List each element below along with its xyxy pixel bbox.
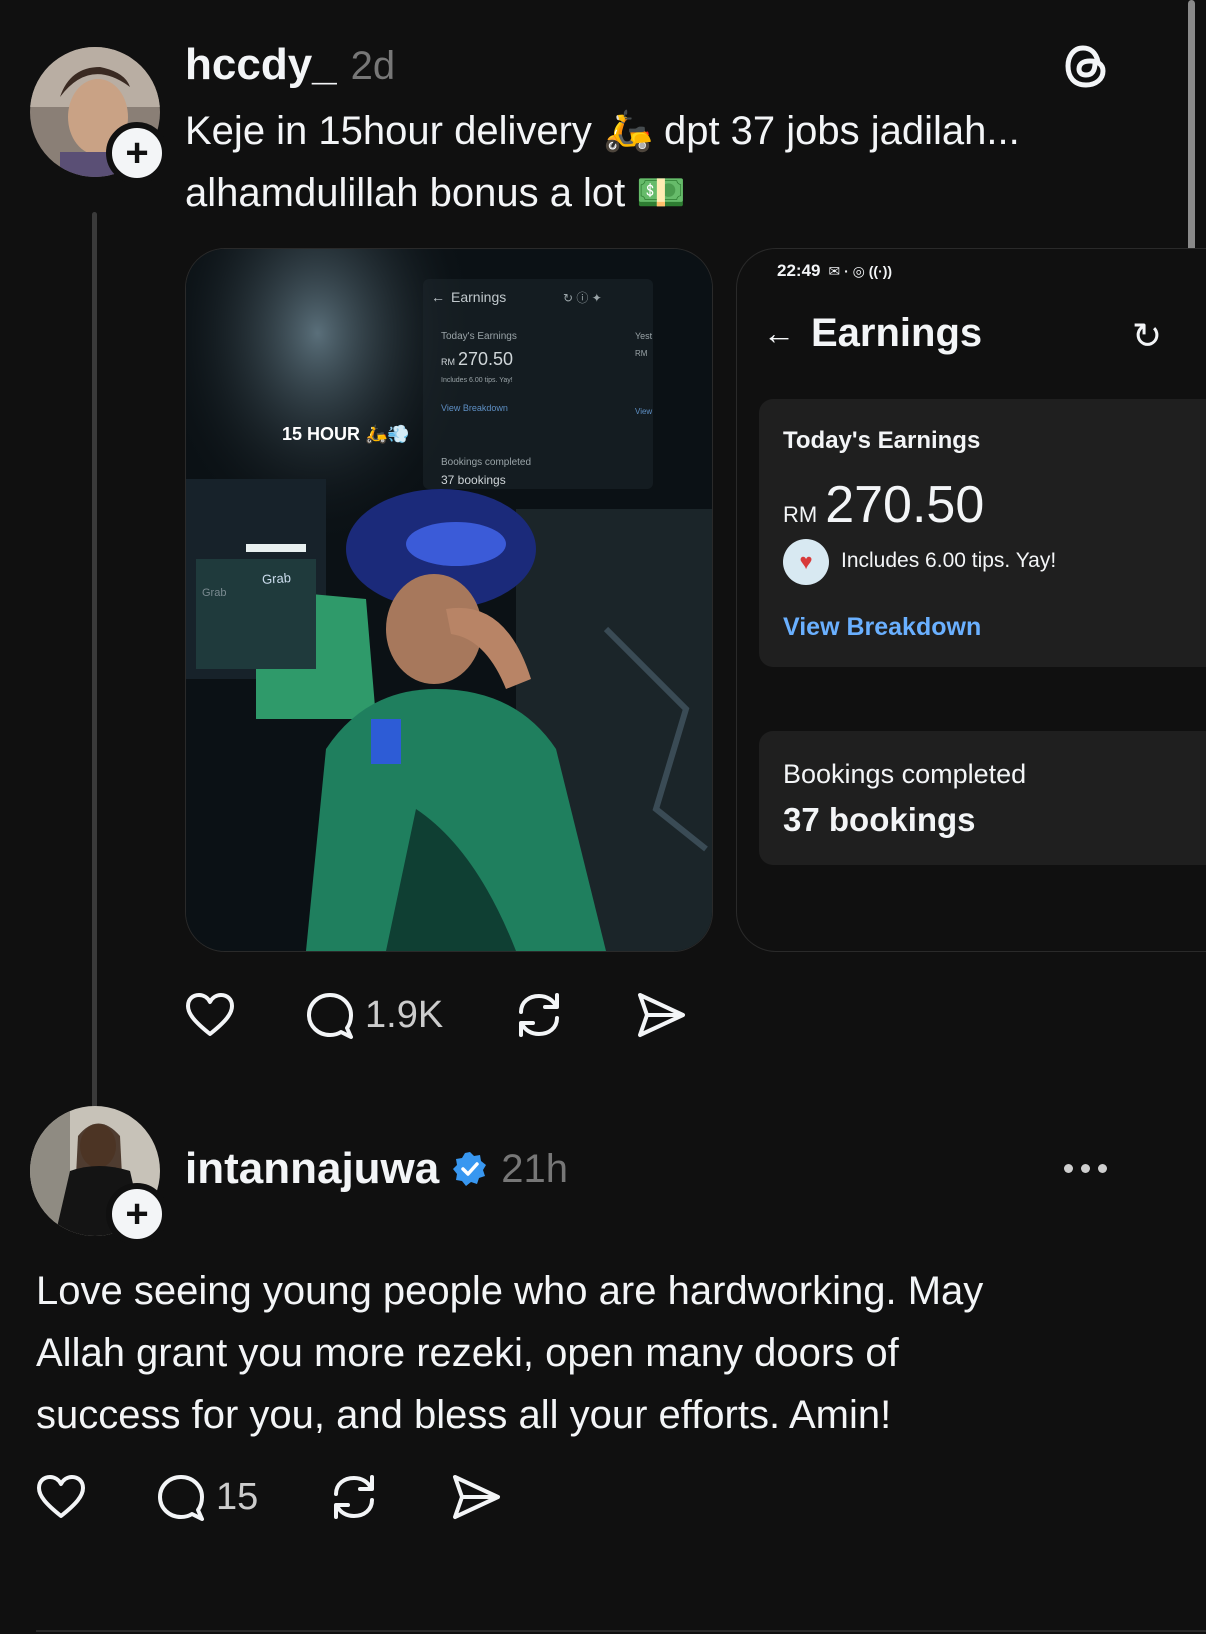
share-button[interactable] bbox=[635, 990, 687, 1040]
mini-today-label: Today's Earnings bbox=[441, 331, 517, 342]
bookings-label: Bookings completed bbox=[783, 759, 1027, 789]
status-icons: ✉ · ◎ ((·)) bbox=[828, 262, 893, 279]
verified-badge-icon bbox=[453, 1152, 487, 1186]
mini-view-breakdown: View Breakdown bbox=[441, 403, 508, 413]
earnings-header: ← Earnings bbox=[763, 311, 982, 356]
today-earnings-card: Today's Earnings RM 270.50 ♥ Includes 6.… bbox=[759, 399, 1206, 667]
heart-icon bbox=[186, 993, 234, 1036]
mini-amount-value: 270.50 bbox=[458, 349, 514, 369]
post1-header: hccdy_ 2d bbox=[185, 40, 395, 90]
heart-icon bbox=[37, 1475, 85, 1518]
post2-header: intannajuwa 21h bbox=[185, 1144, 568, 1194]
post2-text-line3: success for you, and bless all your effo… bbox=[36, 1393, 892, 1437]
post1-text-line2: alhamdulillah bonus a lot 💵 bbox=[185, 171, 687, 215]
photo-overlay-text: 15 HOUR 🛵💨 bbox=[282, 424, 410, 444]
today-earnings-amount: RM 270.50 bbox=[783, 475, 984, 535]
mini-side-label: Yest bbox=[635, 331, 653, 341]
post1-time: 2d bbox=[350, 44, 396, 88]
post2-text-line2: Allah grant you more rezeki, open many d… bbox=[36, 1331, 899, 1375]
repost-button[interactable] bbox=[513, 990, 635, 1040]
tips-heart-icon: ♥ bbox=[783, 539, 829, 585]
divider bbox=[36, 1630, 1206, 1632]
mini-bookings-value: 37 bookings bbox=[441, 473, 506, 487]
mini-amount: RM 270.50 bbox=[441, 349, 513, 370]
thread-line bbox=[92, 212, 97, 1130]
post1-photo[interactable]: ← Earnings ↻ ⓘ ✦ Today's Earnings RM 270… bbox=[185, 248, 713, 952]
repost-icon bbox=[334, 1475, 374, 1519]
post2-text: Love seeing young people who are hardwor… bbox=[36, 1260, 1176, 1446]
back-arrow-icon[interactable]: ← bbox=[763, 315, 795, 352]
mini-title: Earnings bbox=[451, 289, 507, 305]
comment-icon bbox=[307, 993, 353, 1039]
follow-plus-icon[interactable]: + bbox=[106, 122, 168, 184]
send-icon bbox=[453, 1475, 500, 1519]
post2-time: 21h bbox=[501, 1146, 568, 1191]
post1-text: Keje in 15hour delivery 🛵 dpt 37 jobs ja… bbox=[185, 100, 1145, 224]
post1-actions: 1.9K bbox=[185, 990, 687, 1040]
earnings-title: Earnings bbox=[811, 311, 983, 355]
send-icon bbox=[638, 993, 685, 1037]
bag-brand-label: Grab bbox=[261, 570, 292, 587]
mini-bookings-label: Bookings completed bbox=[441, 457, 532, 468]
like-button-2[interactable] bbox=[36, 1474, 156, 1520]
reply-count-2: 15 bbox=[216, 1475, 259, 1518]
bag-brand-label-side: Grab bbox=[202, 587, 227, 599]
mini-side-currency: RM bbox=[635, 349, 648, 358]
mini-currency: RM bbox=[441, 357, 455, 367]
status-time: 22:49 bbox=[777, 261, 821, 280]
mini-header: ← Earnings bbox=[431, 289, 506, 305]
tips-note: Includes 6.00 tips. Yay! bbox=[841, 549, 1057, 572]
currency-label: RM bbox=[783, 502, 818, 527]
status-bar: 22:49 ✉ · ◎ ((·)) bbox=[777, 261, 892, 281]
reply-button-2[interactable]: 15 bbox=[156, 1472, 328, 1522]
amount-value: 270.50 bbox=[825, 476, 985, 534]
mini-tips-note: Includes 6.00 tips. Yay! bbox=[441, 377, 513, 384]
mini-back-icon: ← bbox=[431, 289, 445, 305]
reply-button[interactable]: 1.9K bbox=[305, 990, 513, 1040]
repost-button-2[interactable] bbox=[328, 1472, 450, 1522]
bookings-value: 37 bookings bbox=[783, 801, 976, 838]
repost-icon bbox=[519, 993, 559, 1037]
post2-username[interactable]: intannajuwa bbox=[185, 1144, 439, 1194]
bookings-card[interactable]: Bookings completed 37 bookings bbox=[759, 731, 1206, 865]
post2-text-line1: Love seeing young people who are hardwor… bbox=[36, 1269, 984, 1313]
post1-username[interactable]: hccdy_ bbox=[185, 40, 337, 90]
mini-side-link: View bbox=[635, 407, 653, 416]
post1-text-line1: Keje in 15hour delivery 🛵 dpt 37 jobs ja… bbox=[185, 109, 1020, 153]
comment-icon bbox=[158, 1475, 204, 1521]
like-button[interactable] bbox=[185, 992, 305, 1038]
today-earnings-label: Today's Earnings bbox=[783, 427, 981, 454]
threads-logo-icon[interactable] bbox=[1062, 40, 1112, 97]
follow-plus-icon-2[interactable]: + bbox=[106, 1183, 168, 1245]
refresh-icon[interactable]: ↻ bbox=[1132, 315, 1162, 357]
post1-earnings-screenshot[interactable]: 22:49 ✉ · ◎ ((·)) ← Earnings ↻ Today's E… bbox=[736, 248, 1206, 952]
mini-refresh-icon: ↻ ⓘ ✦ bbox=[563, 291, 602, 305]
reply-count: 1.9K bbox=[365, 993, 444, 1036]
view-breakdown-link[interactable]: View Breakdown bbox=[783, 613, 981, 642]
more-icon[interactable] bbox=[1064, 1164, 1107, 1173]
mini-earnings-overlay: ← Earnings ↻ ⓘ ✦ Today's Earnings RM 270… bbox=[423, 279, 653, 489]
share-button-2[interactable] bbox=[450, 1472, 502, 1522]
post2-actions: 15 bbox=[36, 1472, 502, 1522]
